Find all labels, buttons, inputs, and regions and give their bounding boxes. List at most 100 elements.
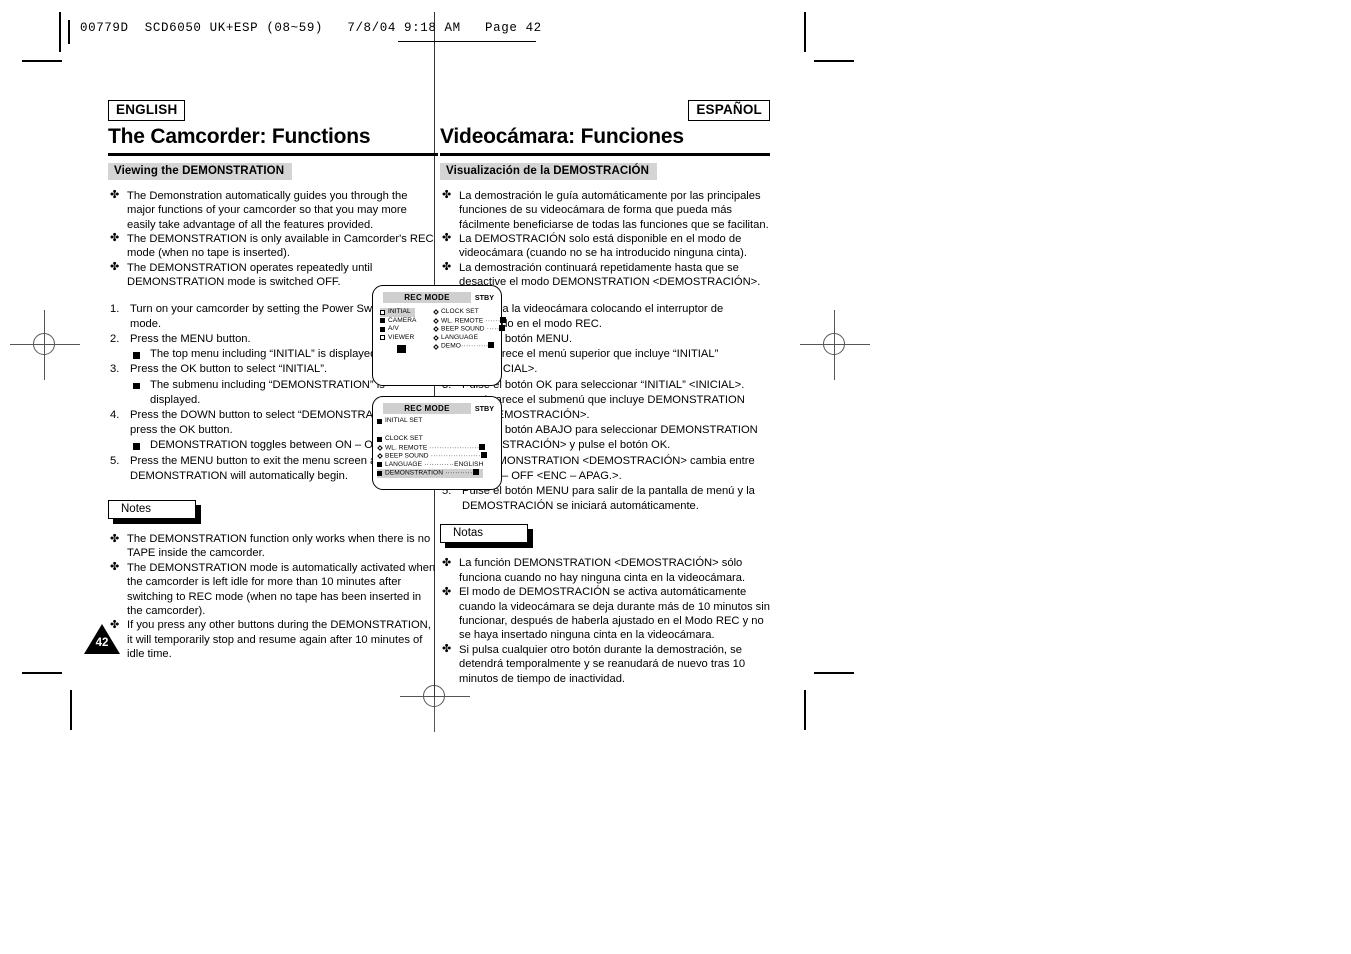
prepress-header: 00779D SCD6050 UK+ESP (08~59) 7/8/04 9:1…	[68, 20, 808, 44]
lcd-menu-label: INITIAL SET	[385, 417, 423, 424]
english-chapter-title: The Camcorder: Functions	[108, 125, 371, 148]
english-intro-bullets: The Demonstration automatically guides y…	[108, 188, 438, 290]
leader-dots: ············	[422, 460, 455, 468]
lcd-submenu-item-language[interactable]: LANGUAGE ············DEMONSTRATIONENGLIS…	[377, 461, 487, 470]
prepress-header-text: 00779D SCD6050 UK+ESP (08~59) 7/8/04 9:1…	[80, 21, 542, 35]
step-subnotes: Aparece el menú superior que incluye “IN…	[462, 347, 770, 377]
spanish-notes-list: La función DEMONSTRATION <DEMOSTRACIÓN> …	[440, 556, 770, 686]
lcd-submenu-item-language[interactable]: LANGUAGE	[433, 334, 506, 343]
diamond-icon	[377, 444, 383, 451]
step-subnotes: Aparece el submenú que incluye DEMONSTRA…	[462, 393, 770, 423]
header-left-rule	[68, 20, 70, 44]
lcd-submenu-item-beep-sound[interactable]: BEEP SOUND ····················	[377, 452, 487, 461]
value-square-icon	[500, 316, 507, 323]
english-title-rule	[108, 153, 438, 156]
lcd-title: REC MODE	[404, 403, 450, 413]
lcd-menu-label: VIEWER	[388, 333, 415, 341]
leader-dots: ······	[483, 317, 501, 325]
lcd-submenu-item-demo[interactable]: DEMO···········	[433, 342, 506, 351]
lcd-menu-item-viewer[interactable]: VIEWER	[380, 334, 417, 343]
lcd-submenu-item-beep-sound[interactable]: BEEP SOUND ·····	[433, 325, 506, 334]
folder-icon	[380, 309, 385, 315]
diamond-icon	[377, 453, 383, 460]
value-square-icon	[488, 342, 495, 349]
leader-dots: ···········	[460, 342, 489, 350]
list-item: The Demonstration automatically guides y…	[108, 188, 438, 232]
lcd-submenu-label: CLOCK SET	[441, 308, 479, 315]
lcd-submenu-label: LANGUAGE	[385, 460, 423, 468]
diamond-icon	[433, 317, 439, 324]
lcd-submenu-label: LANGUAGE	[441, 333, 479, 341]
list-item: La función DEMONSTRATION <DEMOSTRACIÓN> …	[440, 556, 770, 585]
spanish-title-rule	[440, 153, 770, 156]
leader-dots: ·····	[484, 325, 500, 333]
lcd-menu-label: INITIAL	[388, 308, 411, 315]
list-item: The DEMONSTRATION is only available in C…	[108, 231, 438, 261]
diamond-icon	[433, 326, 439, 333]
step-text: Press the MENU button to exit the menu s…	[130, 454, 408, 482]
folder-icon	[377, 418, 382, 424]
spanish-section-heading: Visualización de la DEMOSTRACIÓN	[440, 162, 658, 180]
manual-page: 00779D SCD6050 UK+ESP (08~59) 7/8/04 9:1…	[0, 0, 1351, 954]
diamond-icon	[433, 309, 439, 316]
lcd-submenu-header: INITIAL SET	[377, 417, 422, 426]
step-text: Pulse el botón MENU para salir de la pan…	[462, 485, 755, 513]
lcd-submenu-rows: CLOCK SET WL. REMOTE ···················…	[377, 435, 487, 478]
lcd-status: STBY	[474, 292, 494, 302]
crop-mark-bottom-right-h	[814, 672, 854, 674]
lcd-menu-item-av[interactable]: A/V	[380, 325, 417, 334]
lcd-submenu-label: BEEP SOUND	[441, 325, 485, 333]
notes-tab-label: Notas	[440, 524, 528, 544]
lcd-submenu-label: CLOCK SET	[385, 435, 423, 442]
lcd-submenu-label: DEMO	[441, 342, 461, 350]
subnote-item: DEMONSTRATION <DEMOSTRACIÓN> cambia entr…	[462, 454, 770, 484]
lcd-menu-label: A/V	[388, 325, 399, 333]
folder-icon	[377, 470, 382, 476]
lcd-submenu-label: DEMONSTRATION	[385, 469, 444, 477]
page-number-badge: 42	[84, 624, 120, 654]
list-item: El modo de DEMOSTRACIÓN se activa automá…	[440, 585, 770, 643]
lcd-menu-item-initial[interactable]: INITIAL	[380, 308, 415, 317]
lcd-status: STBY	[474, 403, 494, 413]
crop-mark-top-left-h	[22, 60, 62, 62]
folder-icon	[380, 318, 385, 324]
lcd-menu-item-initial-set[interactable]: INITIAL SET	[377, 417, 422, 426]
step-text: Pulse el botón ABAJO para seleccionar DE…	[462, 424, 758, 452]
folder-icon	[380, 326, 385, 332]
list-item: If you press any other buttons during th…	[108, 618, 438, 661]
list-item: Si pulsa cualquier otro botón durante la…	[440, 642, 770, 686]
lcd-submenu-label: WL. REMOTE	[385, 444, 428, 452]
spanish-chapter-title: Videocámara: Funciones	[440, 125, 684, 148]
lcd-submenu-item-wl-remote[interactable]: WL. REMOTE ······	[433, 316, 507, 326]
lcd-language-value: ENGLISH	[454, 460, 484, 468]
crop-mark-bottom-left-h	[22, 672, 62, 674]
lcd-submenu-item-clock-set[interactable]: CLOCK SET	[433, 308, 506, 317]
lcd-screen-submenu: REC MODE STBY INITIAL SET CLOCK SET WL. …	[372, 396, 502, 490]
lcd-submenu-label: BEEP SOUND	[385, 452, 429, 460]
lcd-submenu-item-clock-set[interactable]: CLOCK SET	[377, 435, 487, 444]
page-number: 42	[95, 637, 109, 649]
spanish-column: ESPAÑOL Videocámara: Funciones Visualiza…	[440, 100, 770, 686]
list-item: La demostración le guía automáticamente …	[440, 188, 770, 232]
step-text: Pulse el botón OK para seleccionar “INIT…	[462, 378, 745, 391]
lcd-right-submenu: CLOCK SET WL. REMOTE ······ BEEP SOUND ·…	[433, 308, 507, 351]
crop-mark-top-left-v	[59, 12, 61, 52]
leader-dots: ····················	[427, 444, 480, 452]
lcd-title: REC MODE	[404, 292, 450, 302]
lcd-submenu-label: WL. REMOTE	[441, 317, 484, 325]
diamond-icon	[433, 335, 439, 341]
value-square-icon	[479, 443, 486, 450]
english-section-heading: Viewing the DEMONSTRATION	[108, 162, 293, 180]
lcd-screen-top-menu: REC MODE STBY INITIAL CAMERA A/V VIEWER	[372, 285, 507, 386]
subnote-item: Aparece el menú superior que incluye “IN…	[462, 347, 770, 377]
folder-icon	[377, 462, 382, 468]
registration-mark-left	[10, 310, 80, 380]
step-text: Press the OK button to select “INITIAL”.	[130, 363, 328, 376]
lcd-submenu-item-demonstration[interactable]: DEMONSTRATION ···········	[377, 469, 483, 478]
lcd-submenu-item-wl-remote[interactable]: WL. REMOTE ····················	[377, 443, 487, 453]
value-square-icon	[472, 469, 479, 476]
value-square-icon	[480, 452, 487, 459]
step-subnotes: DEMONSTRATION <DEMOSTRACIÓN> cambia entr…	[462, 454, 770, 484]
value-square-icon	[499, 325, 506, 332]
lcd-menu-item-camera[interactable]: CAMERA	[380, 317, 417, 326]
